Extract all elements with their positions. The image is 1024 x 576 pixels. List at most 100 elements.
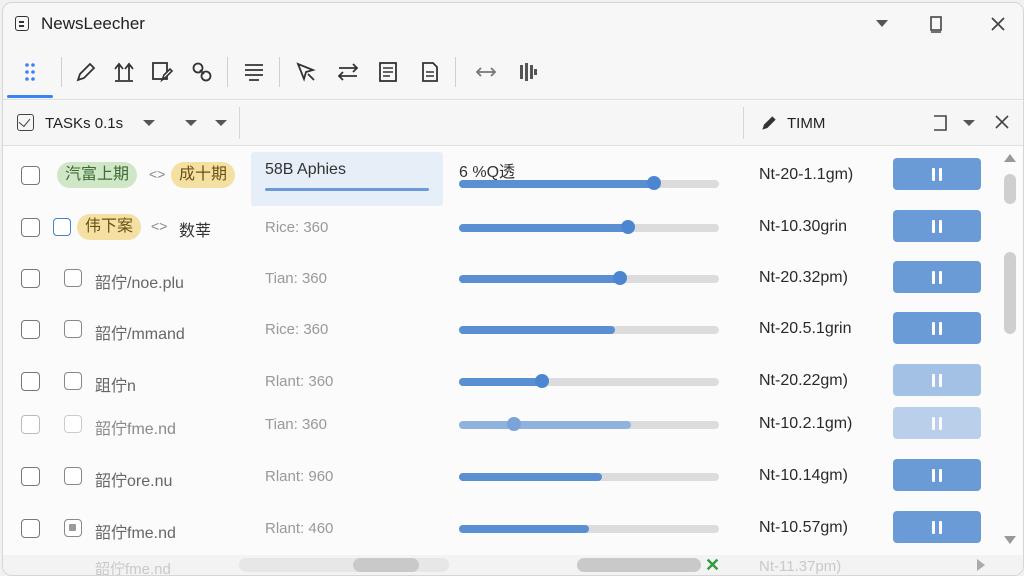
active-tab-indicator bbox=[7, 95, 53, 98]
row-name: 跙佇n bbox=[95, 378, 136, 395]
task-row[interactable]: 韶佇/noe.plu Tian: 360 Nt-20.32pm) bbox=[3, 253, 997, 304]
row-checkbox[interactable] bbox=[21, 467, 40, 486]
row-time: Nt-10.14gm) bbox=[759, 467, 848, 484]
scroll-right-arrow[interactable] bbox=[977, 559, 985, 571]
close-button[interactable] bbox=[983, 11, 1013, 37]
document-list-button[interactable] bbox=[413, 55, 447, 89]
drag-handle-button[interactable] bbox=[13, 55, 47, 89]
time-column-label: TIMM bbox=[787, 115, 826, 132]
sub-checkbox[interactable] bbox=[64, 269, 82, 287]
row-name: 数莘 bbox=[179, 223, 212, 240]
source-label: Tian: 360 bbox=[265, 270, 327, 287]
row-checkbox[interactable] bbox=[21, 269, 40, 288]
toolbar-divider bbox=[227, 57, 228, 87]
sub-checkbox[interactable] bbox=[64, 519, 82, 537]
progress-bar bbox=[459, 473, 719, 481]
pause-button[interactable] bbox=[893, 364, 981, 396]
scroll-up-arrow[interactable] bbox=[1004, 154, 1016, 162]
task-row[interactable]: 韶佇fme.nd Tian: 360 Nt-10.2.1gm) bbox=[3, 399, 997, 450]
document-list-icon bbox=[422, 62, 438, 82]
expand-button[interactable] bbox=[469, 55, 503, 89]
source-label: Rlant: 460 bbox=[265, 520, 334, 537]
restore-button[interactable] bbox=[921, 11, 951, 37]
scroll-thumb[interactable] bbox=[353, 558, 419, 572]
sub-checkbox[interactable] bbox=[64, 320, 82, 338]
tasks-sort-dropdown[interactable] bbox=[143, 120, 155, 126]
list-button[interactable] bbox=[237, 55, 271, 89]
filter-dropdown[interactable] bbox=[185, 120, 197, 126]
pause-button[interactable] bbox=[893, 407, 981, 439]
row-time: Nt-20-1.1gm) bbox=[759, 166, 854, 183]
row-checkbox[interactable] bbox=[21, 372, 40, 391]
row-checkbox[interactable] bbox=[21, 320, 40, 339]
panel-dropdown[interactable] bbox=[963, 120, 975, 126]
expand-arrows-icon bbox=[475, 67, 497, 77]
pause-button[interactable] bbox=[893, 511, 981, 543]
pen-button[interactable] bbox=[69, 55, 103, 89]
code-icon: <> bbox=[151, 218, 168, 234]
task-row[interactable]: 汽富上期 <> 成十期 58B Aphies 6 %Q透 Nt-20-1.1gm… bbox=[3, 150, 997, 206]
image-edit-button[interactable] bbox=[145, 55, 179, 89]
row-checkbox[interactable] bbox=[21, 415, 40, 434]
scroll-thumb[interactable] bbox=[577, 558, 701, 572]
close-panel-icon[interactable] bbox=[995, 115, 1009, 129]
document-button[interactable] bbox=[371, 55, 405, 89]
close-icon bbox=[991, 17, 1005, 31]
source-label: Rlant: 960 bbox=[265, 468, 334, 485]
scroll-down-arrow[interactable] bbox=[1004, 536, 1016, 544]
toolbar-divider bbox=[279, 57, 280, 87]
progress-bar bbox=[459, 417, 719, 431]
scroll-thumb[interactable] bbox=[1004, 252, 1016, 334]
sub-checkbox[interactable] bbox=[64, 372, 82, 390]
menu-dropdown-button[interactable] bbox=[867, 11, 897, 37]
pause-button[interactable] bbox=[893, 210, 981, 242]
toolbar-divider bbox=[455, 57, 456, 87]
ghost-row-time: Nt-11.37pm) bbox=[759, 558, 842, 575]
pause-button[interactable] bbox=[893, 261, 981, 293]
panel-icon[interactable] bbox=[933, 115, 947, 131]
toolbar bbox=[3, 45, 1023, 100]
task-row[interactable]: 韶佇ore.nu Rlant: 960 Nt-10.14gm) bbox=[3, 451, 997, 502]
pause-button[interactable] bbox=[893, 459, 981, 491]
toolbar-divider bbox=[61, 57, 62, 87]
source-label: Tian: 360 bbox=[265, 416, 327, 433]
row-name: 韶佇fme.nd bbox=[95, 421, 176, 438]
row-tag: 汽富上期 bbox=[57, 162, 138, 188]
columns-button[interactable] bbox=[511, 55, 545, 89]
horizontal-scrollbar[interactable]: 韶佇fme.nd Nt-11.37pm) ✕ bbox=[3, 555, 1023, 575]
star-cursor-button[interactable] bbox=[289, 55, 323, 89]
vertical-scrollbar[interactable] bbox=[999, 146, 1021, 556]
row-time: Nt-10.57gm) bbox=[759, 519, 848, 536]
select-all-checkbox[interactable] bbox=[17, 114, 34, 131]
sort-arrows-icon bbox=[114, 62, 134, 82]
row-tag: 成十期 bbox=[171, 162, 236, 188]
task-row[interactable]: 韶佇/mmand Rice: 360 Nt-20.5.1grin bbox=[3, 304, 997, 355]
row-checkbox[interactable] bbox=[21, 519, 40, 538]
app-title: NewsLeecher bbox=[41, 14, 145, 33]
columns-icon bbox=[520, 63, 537, 81]
row-name: 韶佇/noe.plu bbox=[95, 275, 184, 292]
row-name: 韶佇ore.nu bbox=[95, 473, 173, 490]
row-checkbox[interactable] bbox=[21, 166, 40, 185]
swap-button[interactable] bbox=[331, 55, 365, 89]
code-icon: <> bbox=[149, 166, 166, 182]
column-header-bar: TASKs 0.1s TIMM bbox=[3, 101, 1023, 146]
swap-arrows-icon bbox=[337, 63, 359, 81]
pause-button[interactable] bbox=[893, 312, 981, 344]
task-row[interactable]: 韶佇fme.nd Rlant: 460 Nt-10.57gm) bbox=[3, 503, 997, 554]
sub-checkbox[interactable] bbox=[64, 467, 82, 485]
scroll-thumb[interactable] bbox=[1004, 174, 1016, 204]
source-label: Rice: 360 bbox=[265, 321, 329, 338]
pause-button[interactable] bbox=[893, 158, 981, 190]
task-row[interactable]: 伟下案 <> 数莘 Rice: 360 Nt-10.30grin bbox=[3, 202, 997, 253]
drag-handle-icon bbox=[25, 63, 35, 81]
link-button[interactable] bbox=[185, 55, 219, 89]
sort-button[interactable] bbox=[107, 55, 141, 89]
sub-checkbox[interactable] bbox=[64, 415, 82, 433]
row-checkbox[interactable] bbox=[21, 218, 40, 237]
sub-checkbox[interactable] bbox=[53, 218, 71, 236]
source-label: 58B Aphies bbox=[265, 161, 346, 178]
options-dropdown[interactable] bbox=[215, 120, 227, 126]
progress-bar bbox=[459, 525, 719, 533]
source-label: Rice: 360 bbox=[265, 219, 329, 236]
